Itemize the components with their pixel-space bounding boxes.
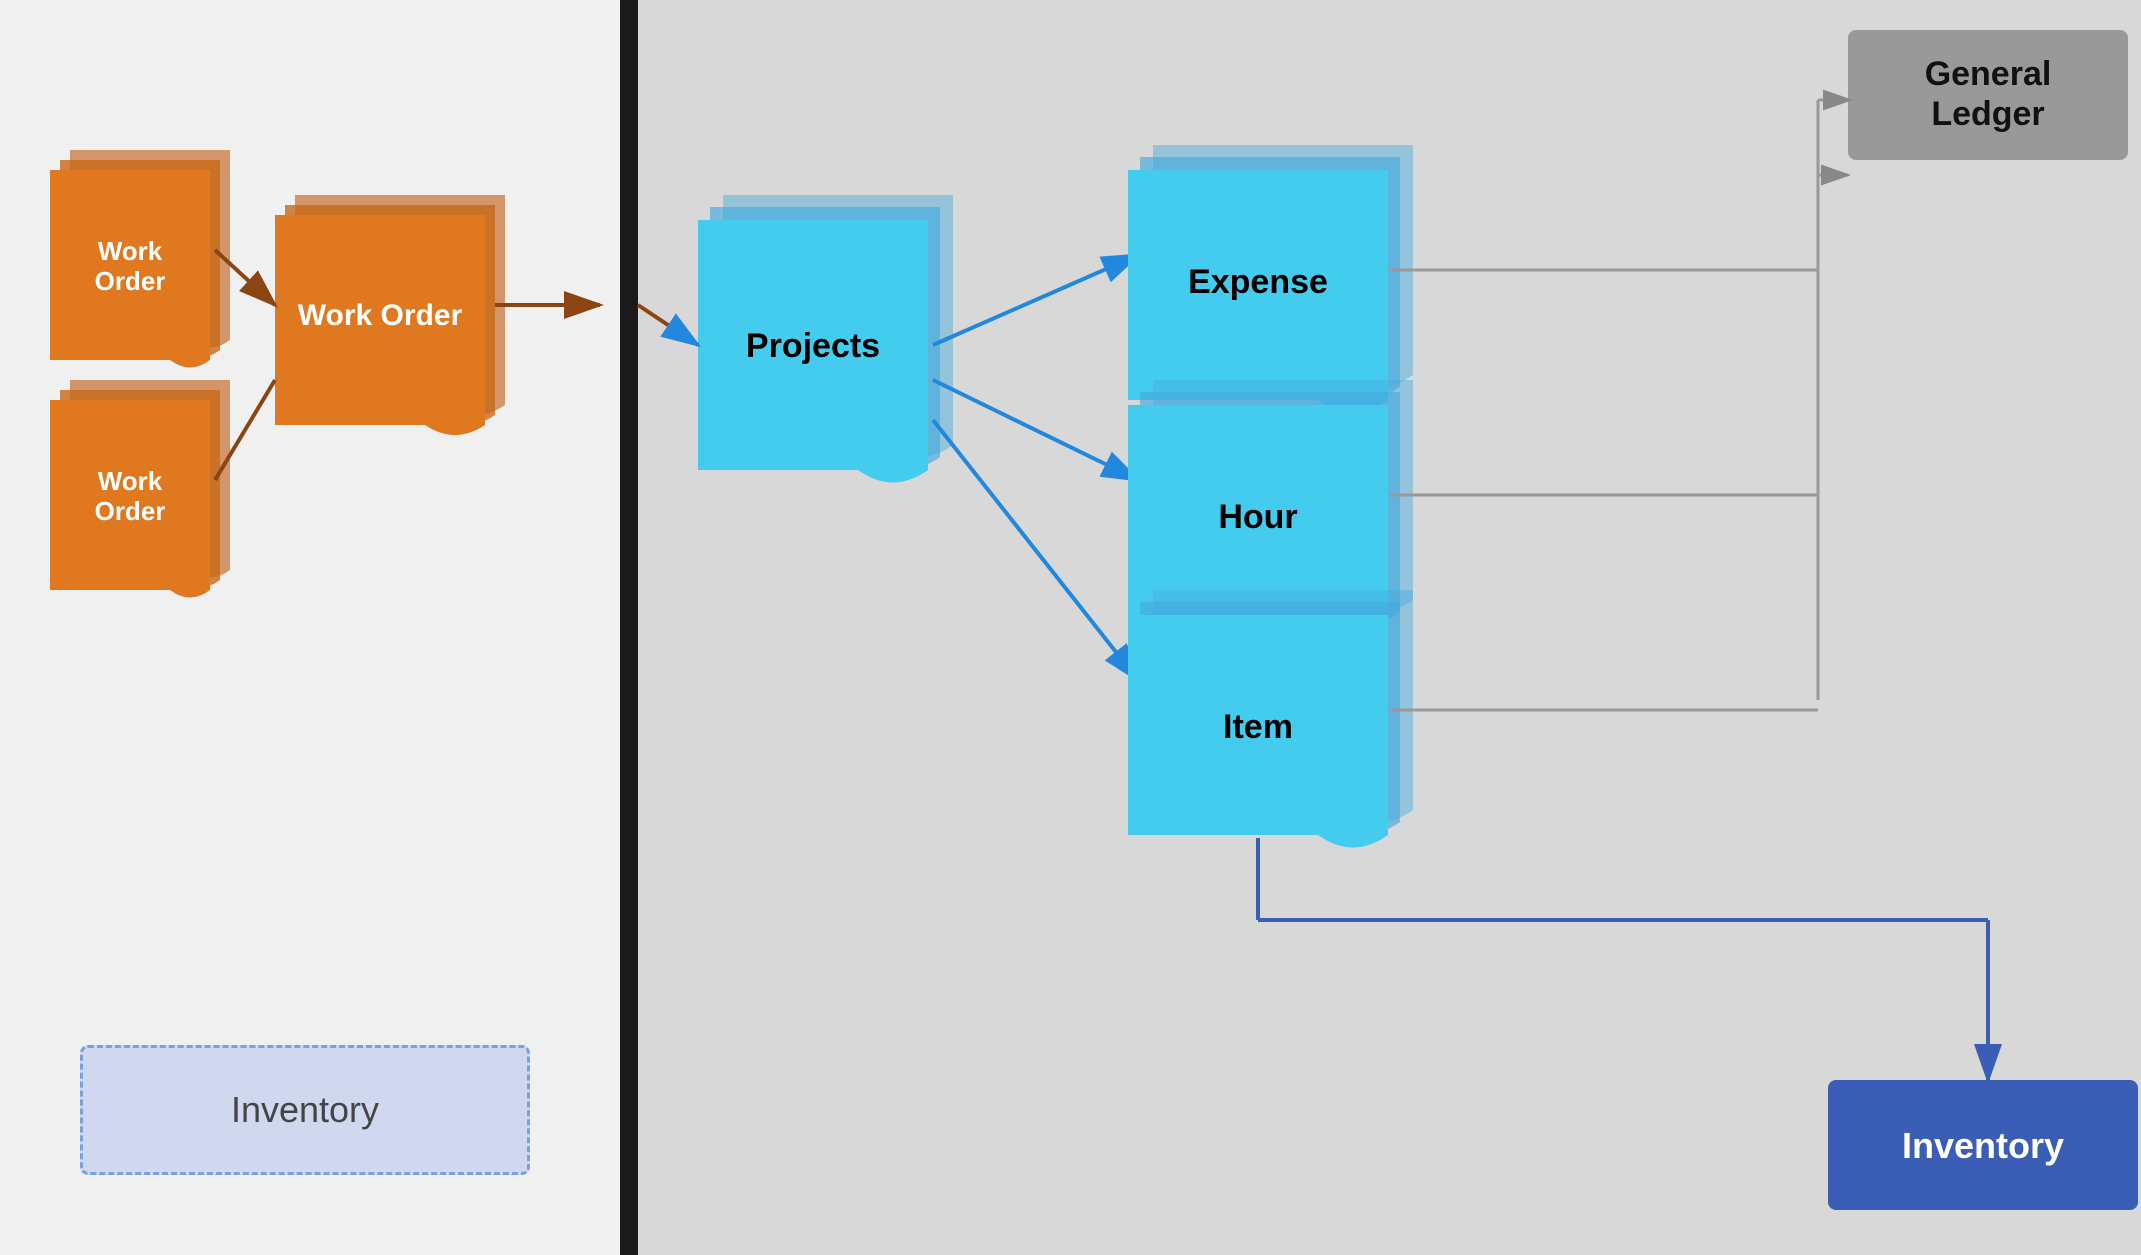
svg-text:Expense: Expense xyxy=(1188,263,1328,301)
svg-text:Item: Item xyxy=(1223,708,1293,746)
left-panel: Work Order Work Order Work Order xyxy=(0,0,620,1255)
right-panel: Projects Expense Hour Item xyxy=(638,0,2141,1255)
svg-text:General: General xyxy=(1925,55,2052,93)
svg-text:Order: Order xyxy=(95,266,166,296)
svg-text:Order: Order xyxy=(95,496,166,526)
inventory-left-label: Inventory xyxy=(231,1089,379,1131)
svg-text:Ledger: Ledger xyxy=(1931,95,2044,133)
svg-text:Hour: Hour xyxy=(1218,498,1297,536)
panel-divider xyxy=(620,0,638,1255)
svg-text:Work: Work xyxy=(98,466,163,496)
inventory-left-box: Inventory xyxy=(80,1045,530,1175)
svg-text:Inventory: Inventory xyxy=(1902,1125,2064,1166)
svg-text:Work Order: Work Order xyxy=(298,299,463,332)
svg-text:Work: Work xyxy=(98,236,163,266)
svg-text:Projects: Projects xyxy=(746,327,880,365)
